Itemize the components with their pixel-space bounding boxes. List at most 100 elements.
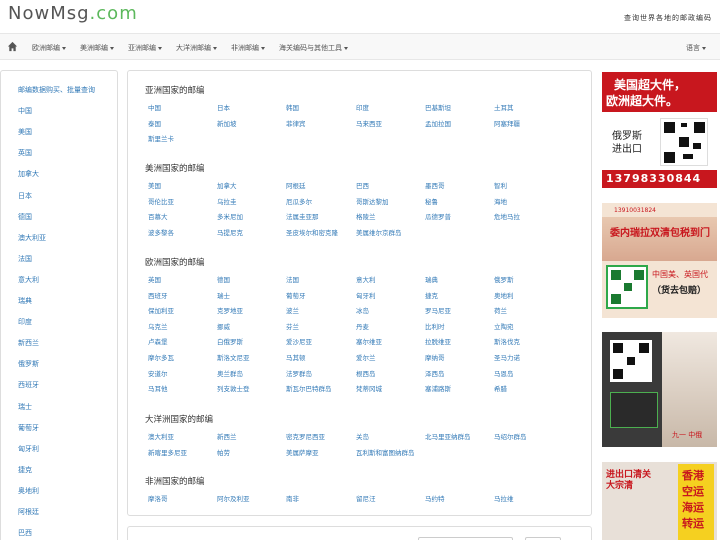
country-link[interactable]: 密克罗尼西亚 bbox=[286, 431, 325, 441]
country-link[interactable]: 美国 bbox=[148, 180, 161, 190]
country-link[interactable]: 中国 bbox=[148, 102, 161, 112]
country-link[interactable]: 关岛 bbox=[356, 431, 369, 441]
country-link[interactable]: 法罗群岛 bbox=[286, 368, 312, 378]
country-link[interactable]: 马恩岛 bbox=[494, 368, 514, 378]
country-link[interactable]: 巴基斯坦 bbox=[425, 102, 451, 112]
sidebar-item-country[interactable]: 德国 bbox=[18, 212, 32, 222]
country-link[interactable]: 斯洛文尼亚 bbox=[217, 352, 250, 362]
country-link[interactable]: 哥斯达黎加 bbox=[356, 196, 389, 206]
country-link[interactable]: 墨西哥 bbox=[425, 180, 445, 190]
country-link[interactable]: 拉脱维亚 bbox=[425, 336, 451, 346]
country-link[interactable]: 新西兰 bbox=[217, 431, 237, 441]
country-link[interactable]: 爱沙尼亚 bbox=[286, 336, 312, 346]
country-link[interactable]: 马耳他 bbox=[148, 383, 168, 393]
country-link[interactable]: 波多黎各 bbox=[148, 227, 174, 237]
country-link[interactable]: 美属维尔京群岛 bbox=[356, 227, 402, 237]
country-link[interactable]: 比利时 bbox=[425, 321, 445, 331]
sidebar-item-country[interactable]: 巴西 bbox=[18, 528, 32, 538]
country-link[interactable]: 圣皮埃尔和密克隆 bbox=[286, 227, 338, 237]
country-link[interactable]: 丹麦 bbox=[356, 321, 369, 331]
country-link[interactable]: 塞浦路斯 bbox=[425, 383, 451, 393]
country-link[interactable]: 希腊 bbox=[494, 383, 507, 393]
country-link[interactable]: 奥兰群岛 bbox=[217, 368, 243, 378]
sidebar-item-country[interactable]: 法国 bbox=[18, 254, 32, 264]
country-link[interactable]: 白俄罗斯 bbox=[217, 336, 243, 346]
country-link[interactable]: 保加利亚 bbox=[148, 305, 174, 315]
nav-tools[interactable]: 海关编码与其他工具 bbox=[279, 43, 348, 53]
sidebar-item-country[interactable]: 美国 bbox=[18, 127, 32, 137]
country-link[interactable]: 南非 bbox=[286, 493, 299, 503]
sidebar-item-country[interactable]: 印度 bbox=[18, 317, 32, 327]
country-link[interactable]: 阿尔及利亚 bbox=[217, 493, 250, 503]
sidebar-item-country[interactable]: 阿根廷 bbox=[18, 507, 39, 517]
country-link[interactable]: 荷兰 bbox=[494, 305, 507, 315]
sidebar-item-country[interactable]: 日本 bbox=[18, 191, 32, 201]
sidebar-item-country[interactable]: 西班牙 bbox=[18, 380, 39, 390]
country-link[interactable]: 泰国 bbox=[148, 118, 161, 128]
country-link[interactable]: 爱尔兰 bbox=[356, 352, 376, 362]
ad-banner-1[interactable]: 美国超大件， 欧洲超大件。 俄罗斯进出口 13798330844 bbox=[602, 72, 717, 188]
sidebar-item-country[interactable]: 新西兰 bbox=[18, 338, 39, 348]
country-link[interactable]: 乌拉圭 bbox=[217, 196, 237, 206]
country-link[interactable]: 阿塞拜疆 bbox=[494, 118, 520, 128]
country-link[interactable]: 美属萨摩亚 bbox=[286, 447, 319, 457]
country-link[interactable]: 摩纳哥 bbox=[425, 352, 445, 362]
country-link[interactable]: 法属圭亚那 bbox=[286, 211, 319, 221]
sidebar-item-country[interactable]: 英国 bbox=[18, 148, 32, 158]
country-link[interactable]: 马约特 bbox=[425, 493, 445, 503]
sidebar-item-country[interactable]: 葡萄牙 bbox=[18, 423, 39, 433]
country-link[interactable]: 瓦利斯和富图纳群岛 bbox=[356, 447, 415, 457]
country-link[interactable]: 挪威 bbox=[217, 321, 230, 331]
country-link[interactable]: 留尼汪 bbox=[356, 493, 376, 503]
country-link[interactable]: 摩洛哥 bbox=[148, 493, 168, 503]
country-link[interactable]: 意大利 bbox=[356, 274, 376, 284]
country-link[interactable]: 孟加拉国 bbox=[425, 118, 451, 128]
country-link[interactable]: 马拉维 bbox=[494, 493, 514, 503]
country-link[interactable]: 哥伦比亚 bbox=[148, 196, 174, 206]
country-link[interactable]: 斯里兰卡 bbox=[148, 133, 174, 143]
country-link[interactable]: 英国 bbox=[148, 274, 161, 284]
country-link[interactable]: 俄罗斯 bbox=[494, 274, 514, 284]
country-link[interactable]: 智利 bbox=[494, 180, 507, 190]
country-link[interactable]: 帕劳 bbox=[217, 447, 230, 457]
sidebar-item-country[interactable]: 俄罗斯 bbox=[18, 359, 39, 369]
country-link[interactable]: 海地 bbox=[494, 196, 507, 206]
nav-europe[interactable]: 欧洲邮编 bbox=[32, 43, 66, 53]
sidebar-item-country[interactable]: 瑞典 bbox=[18, 296, 32, 306]
country-link[interactable]: 斯洛伐克 bbox=[494, 336, 520, 346]
country-link[interactable]: 圣马力诺 bbox=[494, 352, 520, 362]
ad-banner-2[interactable]: 13910031824 委内瑞拉双清包税到门 中国美、英国代 （货去包赔） bbox=[602, 203, 717, 318]
country-link[interactable]: 乌克兰 bbox=[148, 321, 168, 331]
country-link[interactable]: 斯瓦尔巴特群岛 bbox=[286, 383, 332, 393]
nav-asia[interactable]: 亚洲邮编 bbox=[128, 43, 162, 53]
home-icon[interactable] bbox=[7, 41, 18, 52]
sidebar-item-bulk-query[interactable]: 邮编数据购买、批量查询 bbox=[18, 85, 95, 95]
country-link[interactable]: 摩尔多瓦 bbox=[148, 352, 174, 362]
country-link[interactable]: 德国 bbox=[217, 274, 230, 284]
country-link[interactable]: 芬兰 bbox=[286, 321, 299, 331]
country-link[interactable]: 西班牙 bbox=[148, 290, 168, 300]
country-link[interactable]: 瓜德罗普 bbox=[425, 211, 451, 221]
country-link[interactable]: 印度 bbox=[356, 102, 369, 112]
country-link[interactable]: 北马里亚纳群岛 bbox=[425, 431, 471, 441]
sidebar-item-country[interactable]: 加拿大 bbox=[18, 169, 39, 179]
nav-africa[interactable]: 非洲邮编 bbox=[231, 43, 265, 53]
sidebar-item-country[interactable]: 意大利 bbox=[18, 275, 39, 285]
sidebar-item-country[interactable]: 匈牙利 bbox=[18, 444, 39, 454]
country-link[interactable]: 根西岛 bbox=[356, 368, 376, 378]
country-link[interactable]: 厄瓜多尔 bbox=[286, 196, 312, 206]
country-link[interactable]: 新加坡 bbox=[217, 118, 237, 128]
country-link[interactable]: 日本 bbox=[217, 102, 230, 112]
country-link[interactable]: 法国 bbox=[286, 274, 299, 284]
country-link[interactable]: 冰岛 bbox=[356, 305, 369, 315]
country-link[interactable]: 葡萄牙 bbox=[286, 290, 306, 300]
country-link[interactable]: 立陶宛 bbox=[494, 321, 514, 331]
ad-banner-3[interactable]: 九一 中俄 bbox=[602, 332, 717, 447]
country-link[interactable]: 马绍尔群岛 bbox=[494, 431, 527, 441]
nav-oceania[interactable]: 大洋洲邮编 bbox=[176, 43, 217, 53]
site-logo[interactable]: NowMsg.com bbox=[8, 3, 138, 24]
country-link[interactable]: 加拿大 bbox=[217, 180, 237, 190]
country-link[interactable]: 危地马拉 bbox=[494, 211, 520, 221]
country-link[interactable]: 马其顿 bbox=[286, 352, 306, 362]
country-link[interactable]: 波兰 bbox=[286, 305, 299, 315]
